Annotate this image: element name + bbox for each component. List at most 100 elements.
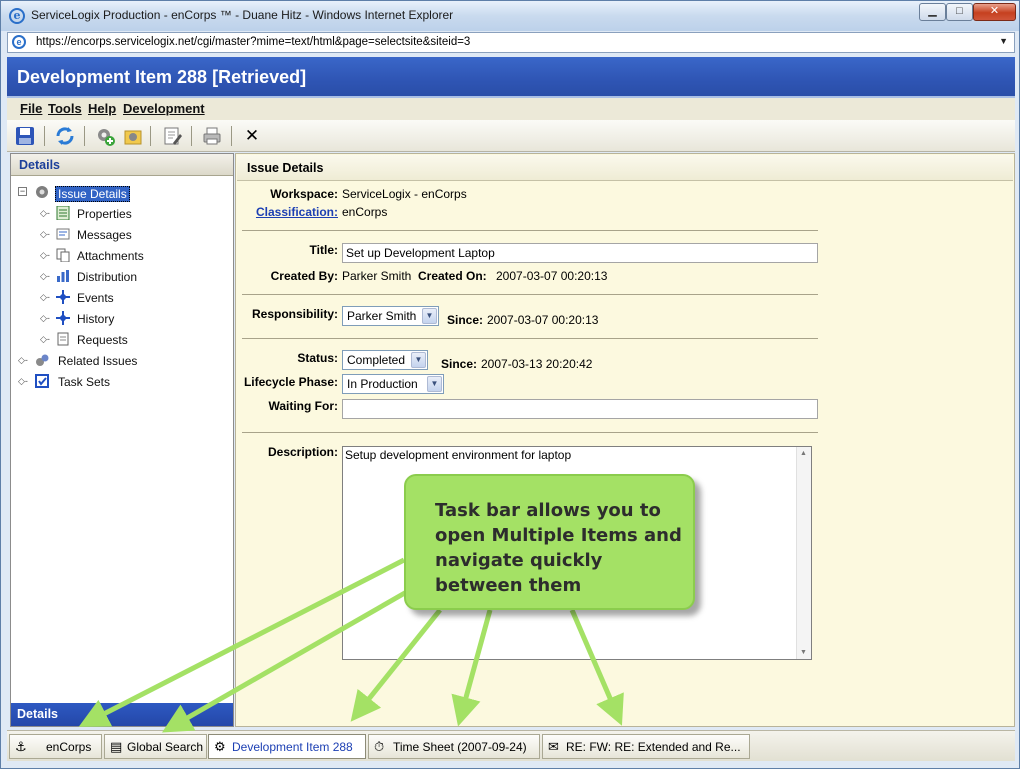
created-on-value: 2007-03-07 00:20:13 [496,269,608,283]
since-label: Since: [441,357,478,371]
title-field[interactable]: Set up Development Laptop [342,243,818,263]
workspace-value: ServiceLogix - enCorps [342,187,467,201]
requests-icon [57,332,69,346]
chevron-down-icon[interactable]: ▼ [411,352,426,368]
task-sets-icon [35,374,49,388]
page-title: Development Item 288 [Retrieved] [17,67,307,87]
toolbar-divider [231,126,232,146]
tree-label: Properties [77,207,132,221]
divider [242,230,818,231]
lifecycle-label: Lifecycle Phase: [243,375,338,389]
browser-window: e ServiceLogix Production - enCorps ™ - … [0,0,1020,769]
task-encorps[interactable]: ⚓ enCorps [9,734,102,759]
responsibility-since-value: 2007-03-07 00:20:13 [487,313,599,327]
status-label: Status: [297,351,338,365]
tree-connector: ◇- [18,355,28,365]
edit-document-icon[interactable] [160,125,184,147]
maximize-button[interactable]: □ [946,3,973,21]
divider [242,294,818,295]
divider [242,432,818,433]
toolbar-divider [150,126,151,146]
scrollbar[interactable]: ▲ ▼ [796,447,811,659]
task-global-search[interactable]: ▤ Global Search [104,734,207,759]
ie-icon: e [9,8,25,24]
sidebar-footer-label: Details [17,707,58,721]
lifecycle-select[interactable]: In Production ▼ [342,374,444,394]
task-time-sheet[interactable]: ⏱ Time Sheet (2007-09-24) [368,734,540,759]
chevron-down-icon[interactable]: ▼ [999,36,1008,46]
description-value: Setup development environment for laptop [345,448,572,462]
created-on-label: Created On: [418,269,487,283]
toolbar-divider [44,126,45,146]
tree-label: Task Sets [58,375,111,389]
minimize-button[interactable]: ▁ [919,3,946,21]
search-icon: ▤ [110,739,123,754]
tree-label: Events [77,291,114,305]
menu-help[interactable]: Help [88,101,116,116]
waiting-for-label: Waiting For: [268,399,338,413]
classification-link[interactable]: Classification: [246,205,338,219]
sidebar-header-label: Details [19,158,60,172]
task-label: Global Search [127,740,204,754]
tree-connector: ◇- [40,229,50,239]
responsibility-value: Parker Smith [347,309,417,323]
divider [242,338,818,339]
address-bar[interactable]: e https://encorps.servicelogix.net/cgi/m… [7,32,1015,53]
close-window-button[interactable]: ✕ [973,3,1016,21]
tree-connector: ◇- [18,376,28,386]
related-issues-icon [36,354,49,366]
app-header: Development Item 288 [Retrieved] [7,57,1015,98]
task-label: Time Sheet (2007-09-24) [393,740,527,754]
tree-label: Issue Details [55,186,130,202]
tree-connector: ◇- [40,208,50,218]
gear-add-icon[interactable] [93,125,117,147]
waiting-for-field[interactable] [342,399,818,419]
status-select[interactable]: Completed ▼ [342,350,428,370]
email-icon: ✉ [548,739,559,754]
ie-page-icon: e [12,35,26,49]
tree-label: Messages [77,228,132,242]
menu-tools[interactable]: Tools [48,101,82,116]
since-label: Since: [447,313,484,327]
task-label: RE: FW: RE: Extended and Re... [566,740,741,754]
menu-development[interactable]: Development [123,101,205,116]
anchor-icon: ⚓ [15,739,27,754]
classification-value: enCorps [342,205,388,219]
toolbar-divider [191,126,192,146]
task-bar: ⚓ enCorps ▤ Global Search ⚙ Development … [7,730,1015,761]
window-title: ServiceLogix Production - enCorps ™ - Du… [31,8,454,22]
chevron-down-icon[interactable]: ▼ [422,308,437,324]
close-icon[interactable]: ✕ [240,125,264,147]
menu-file[interactable]: File [20,101,42,116]
events-icon [56,290,70,304]
lifecycle-value: In Production [347,377,418,391]
workspace-label: Workspace: [270,187,338,201]
task-email[interactable]: ✉ RE: FW: RE: Extended and Re... [542,734,750,759]
responsibility-select[interactable]: Parker Smith ▼ [342,306,439,326]
gear-folder-icon[interactable] [121,125,145,147]
details-sidebar: Details − Issue Details ◇- Properties ◇-… [10,153,234,727]
history-icon [56,311,70,325]
scroll-down-icon[interactable]: ▼ [800,649,807,656]
tree-connector: ◇- [40,292,50,302]
tree-label: Distribution [77,270,138,284]
panel-header-label: Issue Details [247,161,324,175]
panel-header: Issue Details [237,155,1013,181]
print-icon[interactable] [200,125,224,147]
tree-label: Attachments [77,249,144,263]
tree-connector: ◇- [40,313,50,323]
menu-bar: File Tools Help Development [7,98,1015,120]
toolbar-divider [84,126,85,146]
refresh-icon[interactable] [53,125,77,147]
task-development-item[interactable]: ⚙ Development Item 288 [208,734,366,759]
task-label: Development Item 288 [232,740,353,754]
tree-label: Requests [77,333,128,347]
collapse-icon[interactable]: − [18,187,27,196]
save-icon[interactable] [13,125,37,147]
stopwatch-icon: ⏱ [374,739,385,754]
sidebar-footer[interactable]: Details [11,703,233,726]
scroll-up-icon[interactable]: ▲ [800,450,807,457]
description-label: Description: [267,445,338,459]
chevron-down-icon[interactable]: ▼ [427,376,442,392]
address-url[interactable]: https://encorps.servicelogix.net/cgi/mas… [36,36,470,48]
